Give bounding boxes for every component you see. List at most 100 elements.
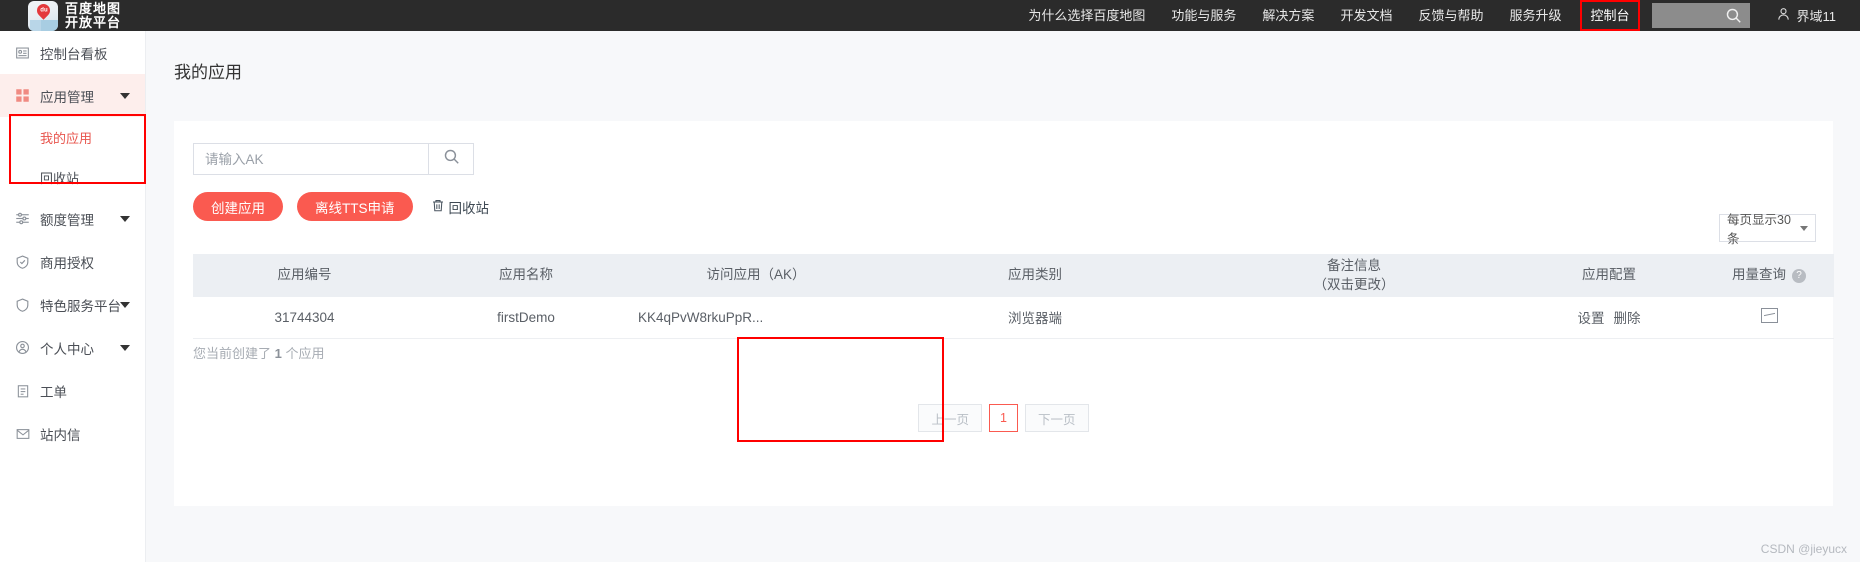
- col-note-info-sub: （双击更改）: [1313, 276, 1395, 292]
- sidebar-label: 个人中心: [40, 341, 94, 357]
- chevron-down-icon: [120, 92, 130, 99]
- sidebar-item-app-management[interactable]: 应用管理: [0, 74, 145, 117]
- col-app-category: 应用类别: [876, 254, 1194, 297]
- per-page-select[interactable]: 每页显示30条: [1719, 213, 1816, 246]
- logo-text: 百度地图 开放平台: [65, 2, 121, 29]
- nav-links: 为什么选择百度地图 功能与服务 解决方案 开发文档 反馈与帮助 服务升级 控制台…: [1015, 0, 1860, 31]
- shield-icon: [14, 296, 31, 313]
- app-count-text: 您当前创建了 1 个应用: [193, 343, 325, 362]
- col-app-config: 应用配置: [1514, 254, 1704, 297]
- col-usage-query-label: 用量查询: [1732, 267, 1786, 283]
- person-circle-icon: [14, 339, 31, 356]
- nav-item-service-upgrade[interactable]: 服务升级: [1496, 0, 1574, 31]
- per-page-label: 每页显示30条: [1727, 213, 1791, 246]
- sidebar-label: 应用管理: [40, 89, 94, 105]
- dashboard-icon: [14, 44, 31, 61]
- table-row: 31744304 firstDemo KK4qPvW8rkuPpR... 浏览器…: [193, 297, 1834, 339]
- sliders-icon: [14, 210, 31, 227]
- col-note-info: 备注信息 （双击更改）: [1194, 254, 1514, 297]
- cell-ak[interactable]: KK4qPvW8rkuPpR...: [636, 297, 876, 339]
- page-title: 我的应用: [174, 63, 242, 82]
- main-content: 我的应用 创建应用 离线TTS申请: [146, 31, 1860, 562]
- sidebar-item-work-order[interactable]: 工单: [0, 369, 145, 412]
- sidebar-label: 我的应用: [40, 130, 93, 146]
- create-app-button[interactable]: 创建应用: [193, 192, 283, 221]
- apps-panel: 创建应用 离线TTS申请 回收站 每页显示30条: [174, 121, 1834, 506]
- col-app-name: 应用名称: [416, 254, 636, 297]
- count-prefix: 您当前创建了: [193, 346, 272, 361]
- cell-note[interactable]: [1194, 297, 1514, 339]
- sidebar-item-featured-service-platform[interactable]: 特色服务平台: [0, 283, 145, 326]
- chart-icon[interactable]: [1760, 308, 1778, 324]
- user-icon: [1776, 6, 1791, 25]
- watermark: CSDN @jieyucx: [1760, 542, 1847, 556]
- site-logo[interactable]: du 百度地图 开放平台: [28, 0, 121, 31]
- cell-app-id: 31744304: [193, 297, 416, 339]
- nav-item-features-services[interactable]: 功能与服务: [1158, 0, 1249, 31]
- cell-app-name: firstDemo: [416, 297, 636, 339]
- cell-app-category: 浏览器端: [876, 297, 1194, 339]
- sidebar-item-inbox-messages[interactable]: 站内信: [0, 412, 145, 455]
- sidebar-label: 控制台看板: [40, 46, 108, 62]
- sidebar-label: 工单: [40, 384, 67, 400]
- recycle-bin-label: 回收站: [448, 200, 490, 216]
- delete-link[interactable]: 删除: [1614, 311, 1641, 326]
- applications-table: 应用编号 应用名称 访问应用（AK） 应用类别 备注信息 （双击更改） 应用配置…: [193, 254, 1834, 339]
- col-note-info-label: 备注信息: [1327, 258, 1381, 274]
- sidebar-label: 额度管理: [40, 212, 94, 228]
- baidu-map-logo-icon: du: [28, 0, 58, 31]
- nav-item-why-baidu-map[interactable]: 为什么选择百度地图: [1015, 0, 1158, 31]
- nav-item-solutions[interactable]: 解决方案: [1249, 0, 1327, 31]
- settings-link[interactable]: 设置: [1578, 311, 1605, 326]
- sidebar: 控制台看板 应用管理 我的应用 回收站 额度管理 商用授权 特色服务平台 个人中…: [0, 31, 146, 562]
- sidebar-item-commercial-license[interactable]: 商用授权: [0, 240, 145, 283]
- logo-badge-text: du: [39, 7, 48, 13]
- action-buttons-row: 创建应用 离线TTS申请 回收站: [174, 175, 1833, 221]
- prev-page-button[interactable]: 上一页: [918, 404, 982, 432]
- user-name: 界域11: [1796, 9, 1837, 24]
- global-search-box[interactable]: [1651, 3, 1750, 28]
- sidebar-label: 商用授权: [40, 255, 94, 271]
- next-page-button[interactable]: 下一页: [1025, 404, 1089, 432]
- offline-tts-request-button[interactable]: 离线TTS申请: [297, 192, 413, 221]
- search-button[interactable]: [428, 144, 473, 174]
- nav-item-feedback-help[interactable]: 反馈与帮助: [1405, 0, 1496, 31]
- nav-item-developer-docs[interactable]: 开发文档: [1327, 0, 1405, 31]
- chevron-down-icon: [120, 215, 130, 222]
- logo-line-2: 开放平台: [65, 15, 122, 30]
- sidebar-item-recycle-bin[interactable]: 回收站: [0, 157, 145, 197]
- nav-item-console[interactable]: 控制台: [1580, 0, 1640, 31]
- sidebar-item-my-apps[interactable]: 我的应用: [0, 117, 145, 157]
- sidebar-item-quota-management[interactable]: 额度管理: [0, 197, 145, 240]
- shield-check-icon: [14, 253, 31, 270]
- search-input[interactable]: [194, 144, 428, 174]
- sidebar-label: 特色服务平台: [40, 298, 121, 314]
- table-header-row: 应用编号 应用名称 访问应用（AK） 应用类别 备注信息 （双击更改） 应用配置…: [193, 254, 1834, 297]
- sidebar-item-personal-center[interactable]: 个人中心: [0, 326, 145, 369]
- user-account[interactable]: 界域11: [1776, 6, 1837, 25]
- sidebar-item-console-dashboard[interactable]: 控制台看板: [0, 31, 145, 74]
- search-icon: [1725, 7, 1742, 24]
- chevron-down-icon: [120, 301, 130, 308]
- count-suffix: 个应用: [285, 346, 325, 361]
- trash-icon: [431, 198, 445, 216]
- help-icon[interactable]: ?: [1792, 268, 1806, 283]
- page-number-1[interactable]: 1: [989, 404, 1018, 432]
- ak-search-box[interactable]: [193, 143, 474, 175]
- col-app-id: 应用编号: [193, 254, 416, 297]
- top-navigation-bar: du 百度地图 开放平台 为什么选择百度地图 功能与服务 解决方案 开发文档 反…: [0, 0, 1860, 31]
- apps-grid-icon: [14, 87, 31, 104]
- chevron-down-icon: [1800, 225, 1808, 231]
- ak-search-row: [174, 121, 1833, 175]
- search-icon: [443, 148, 460, 170]
- sidebar-label: 回收站: [40, 170, 80, 186]
- logo-line-1: 百度地图: [65, 1, 122, 16]
- sidebar-label: 站内信: [40, 427, 81, 443]
- col-usage-query: 用量查询?: [1704, 254, 1834, 297]
- mail-icon: [14, 425, 31, 442]
- map-pin-icon: du: [34, 0, 53, 20]
- cell-usage-query: [1704, 297, 1834, 339]
- cell-config-actions: 设置 删除: [1514, 297, 1704, 339]
- pagination: 上一页 1 下一页: [174, 404, 1833, 432]
- recycle-bin-link[interactable]: 回收站: [431, 197, 490, 217]
